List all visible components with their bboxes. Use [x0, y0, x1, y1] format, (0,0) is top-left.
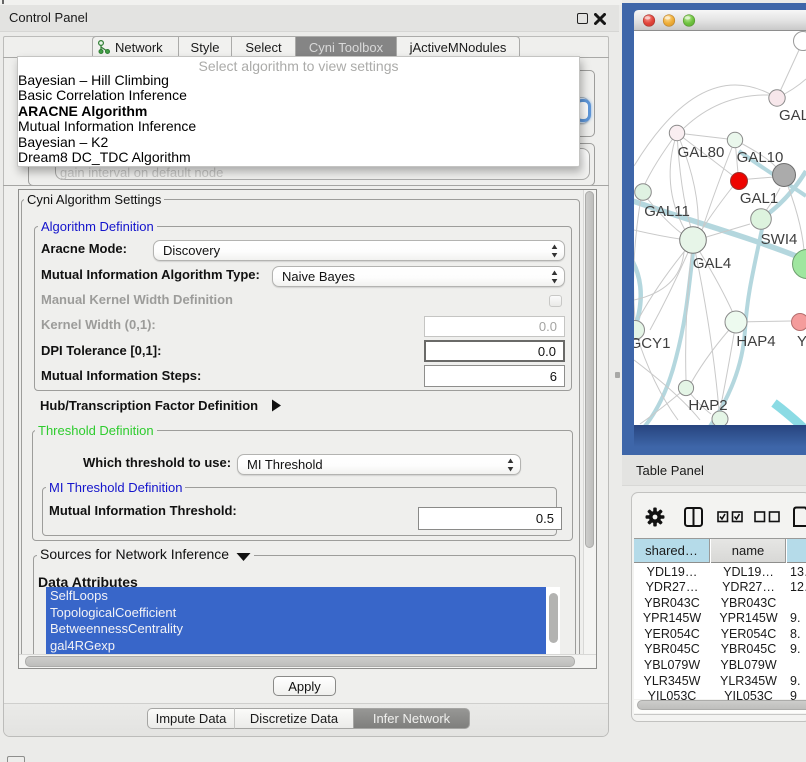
- svg-text:GAL11: GAL11: [644, 203, 690, 220]
- svg-text:GAL8: GAL8: [779, 107, 806, 124]
- svg-text:Y: Y: [797, 333, 806, 350]
- svg-text:HAP2: HAP2: [688, 397, 727, 414]
- svg-text:GAL80: GAL80: [678, 144, 725, 161]
- svg-text:GAL4: GAL4: [693, 255, 731, 272]
- svg-text:GCY1: GCY1: [630, 335, 671, 352]
- svg-text:GAL1: GAL1: [740, 190, 778, 207]
- svg-text:HAP4: HAP4: [736, 333, 775, 350]
- svg-text:GAL10: GAL10: [737, 149, 784, 166]
- svg-text:SWI4: SWI4: [761, 231, 798, 248]
